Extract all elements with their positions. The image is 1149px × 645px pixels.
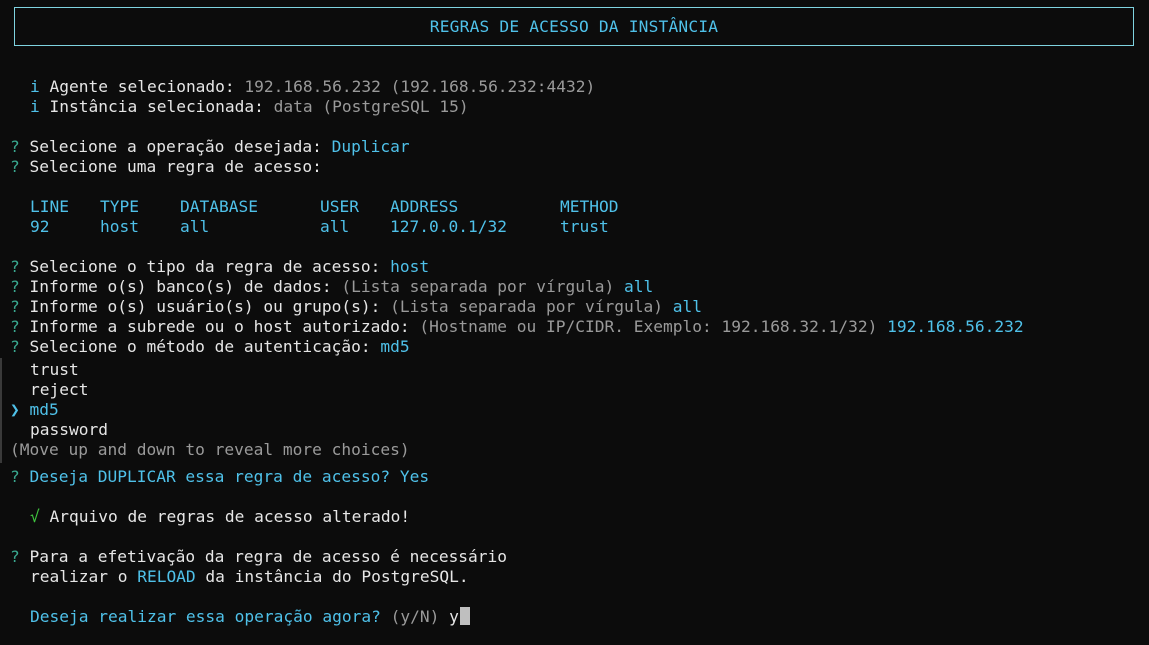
host-label: Informe a subrede ou o host autorizado: (29, 317, 410, 336)
now-input[interactable]: y (449, 607, 459, 626)
reload-post: da instância do PostgreSQL. (195, 567, 469, 586)
success-line: √ Arquivo de regras de acesso alterado! (30, 507, 410, 527)
scroll-indicator (0, 358, 2, 463)
cell-line: 92 (30, 217, 50, 236)
db-value: all (624, 277, 654, 296)
db-hint: (Lista separada por vírgula) (341, 277, 615, 296)
choice-trust[interactable]: trust (30, 360, 79, 380)
instance-value: data (PostgreSQL 15) (273, 97, 469, 116)
method-value: md5 (380, 337, 410, 356)
host-hint: (Hostname ou IP/CIDR. Exemplo: 192.168.3… (419, 317, 878, 336)
host-line: ? Informe a subrede ou o host autorizado… (10, 317, 1024, 337)
choice-password[interactable]: password (30, 420, 108, 440)
choices-hint: (Move up and down to reveal more choices… (10, 440, 410, 459)
choice-reject[interactable]: reject (30, 380, 88, 400)
operation-value: Duplicar (331, 137, 410, 156)
choice-md5-label: md5 (29, 400, 59, 419)
question-icon: ? (10, 277, 20, 296)
success-text: Arquivo de regras de acesso alterado! (49, 507, 411, 526)
question-icon: ? (10, 317, 20, 336)
info-icon: i (30, 97, 40, 116)
type-value: host (390, 257, 430, 276)
user-line: ? Informe o(s) usuário(s) ou grupo(s): (… (10, 297, 702, 317)
col-header-type: TYPE (100, 197, 139, 216)
reload-line-1: ? Para a efetivação da regra de acesso é… (10, 547, 507, 567)
pointer-icon: ❯ (10, 400, 20, 419)
col-header-line: LINE (30, 197, 69, 216)
cell-database: all (180, 217, 210, 236)
question-icon: ? (10, 157, 20, 176)
col-header-user: USER (320, 197, 359, 216)
question-icon: ? (10, 547, 20, 566)
type-line: ? Selecione o tipo da regra de acesso: h… (10, 257, 429, 277)
title-box: REGRAS DE ACESSO DA INSTÂNCIA (14, 7, 1134, 46)
agent-line: i Agente selecionado: 192.168.56.232 (19… (30, 77, 595, 97)
operation-line: ? Selecione a operação desejada: Duplica… (10, 137, 410, 157)
rule-line: ? Selecione uma regra de acesso: (10, 157, 322, 177)
info-icon: i (30, 77, 40, 96)
reload-text-1: Para a efetivação da regra de acesso é n… (29, 547, 508, 566)
now-hint: (y/N) (390, 607, 440, 626)
cell-type: host (100, 217, 139, 236)
reload-line-2: realizar o RELOAD da instância do Postgr… (30, 567, 469, 587)
question-icon: ? (10, 337, 20, 356)
text-cursor (459, 607, 470, 625)
user-hint: (Lista separada por vírgula) (390, 297, 663, 316)
operation-label: Selecione a operação desejada: (29, 137, 322, 156)
instance-line: i Instância selecionada: data (PostgreSQ… (30, 97, 469, 117)
method-line: ? Selecione o método de autenticação: md… (10, 337, 410, 357)
host-value: 192.168.56.232 (887, 317, 1024, 336)
cell-address: 127.0.0.1/32 (390, 217, 507, 236)
agent-value: 192.168.56.232 (192.168.56.232:4432) (244, 77, 596, 96)
cell-user: all (320, 217, 350, 236)
question-icon: ? (10, 137, 20, 156)
choice-md5[interactable]: ❯ md5 (10, 400, 59, 420)
user-value: all (672, 297, 702, 316)
question-icon: ? (10, 467, 20, 486)
duplicate-value: Yes (399, 467, 430, 486)
now-prompt-line[interactable]: Deseja realizar essa operação agora? (y/… (30, 607, 470, 627)
reload-pre: realizar o (30, 567, 138, 586)
method-label: Selecione o método de autenticação: (29, 337, 371, 356)
db-line: ? Informe o(s) banco(s) de dados: (Lista… (10, 277, 653, 297)
now-label: Deseja realizar essa operação agora? (30, 607, 381, 626)
col-header-address: ADDRESS (390, 197, 459, 216)
col-header-method: METHOD (560, 197, 619, 216)
rule-label: Selecione uma regra de acesso: (29, 157, 322, 176)
page-title: REGRAS DE ACESSO DA INSTÂNCIA (429, 17, 719, 36)
agent-label: Agente selecionado: (49, 77, 235, 96)
instance-label: Instância selecionada: (49, 97, 264, 116)
type-label: Selecione o tipo da regra de acesso: (29, 257, 381, 276)
question-icon: ? (10, 297, 20, 316)
cell-method: trust (560, 217, 609, 236)
col-header-database: DATABASE (180, 197, 258, 216)
duplicate-label: Deseja DUPLICAR essa regra de acesso? (29, 467, 391, 486)
db-label: Informe o(s) banco(s) de dados: (29, 277, 332, 296)
reload-word: RELOAD (137, 567, 196, 586)
check-icon: √ (30, 507, 40, 526)
question-icon: ? (10, 257, 20, 276)
user-label: Informe o(s) usuário(s) ou grupo(s): (29, 297, 381, 316)
duplicate-line: ? Deseja DUPLICAR essa regra de acesso? … (10, 467, 429, 487)
